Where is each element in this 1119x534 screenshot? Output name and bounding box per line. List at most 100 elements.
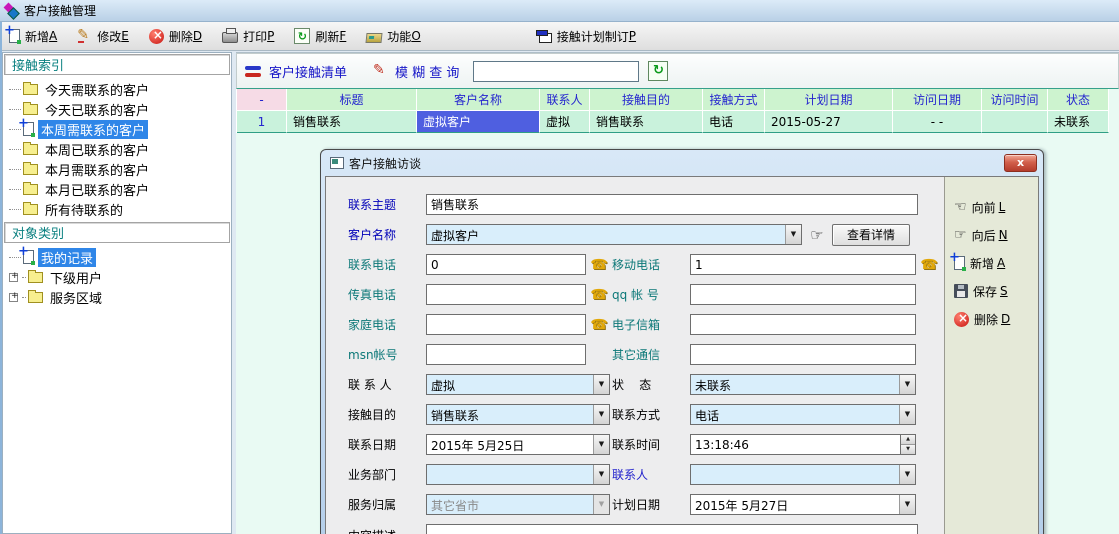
refresh-button[interactable]: 刷新F — [291, 25, 349, 47]
next-button[interactable]: 向后 N — [954, 225, 1038, 245]
view-detail-button[interactable]: 查看详情 — [832, 224, 910, 246]
tree-line — [9, 89, 21, 90]
expand-plus-icon[interactable] — [9, 273, 18, 282]
cell-customer-selected[interactable]: 虚拟客户 — [417, 111, 540, 133]
plan-date-picker[interactable]: 2015年 5月27日 — [690, 494, 916, 515]
spin-down-icon[interactable]: ▼ — [901, 444, 915, 454]
sidebar-item-today-done[interactable]: 今天已联系的客户 — [3, 99, 231, 119]
other-im-input[interactable] — [690, 344, 916, 365]
chevron-down-icon[interactable] — [785, 225, 801, 244]
spin-up-icon[interactable]: ▲ — [901, 435, 915, 444]
phone-icon[interactable] — [916, 257, 942, 273]
contact-plan-button[interactable]: 接触计划制订P — [533, 25, 639, 47]
contact-date-picker[interactable]: 2015年 5月25日 — [426, 434, 610, 455]
chevron-down-icon[interactable] — [593, 465, 609, 484]
sidebar-item-sub-users[interactable]: 下级用户 — [3, 267, 231, 287]
chevron-down-icon[interactable] — [899, 375, 915, 394]
table-row[interactable]: 1 销售联系 虚拟客户 虚拟 销售联系 电话 2015-05-27 - - 未联… — [237, 111, 1119, 133]
sidebar-item-service-area[interactable]: 服务区域 — [3, 287, 231, 307]
close-icon[interactable]: x — [1004, 154, 1037, 172]
sidebar-item-today-need[interactable]: 今天需联系的客户 — [3, 79, 231, 99]
folder-icon — [23, 104, 38, 115]
contact-person-combo[interactable]: 虚拟 — [426, 374, 610, 395]
phone-icon[interactable] — [586, 317, 612, 333]
mobile-label: 移动电话 — [612, 256, 690, 273]
status-combo[interactable]: 未联系 — [690, 374, 916, 395]
column-header-purpose[interactable]: 接触目的 — [590, 89, 703, 111]
column-header-visit-time[interactable]: 访问时间 — [982, 89, 1048, 111]
sidebar-item-week-done[interactable]: 本周已联系的客户 — [3, 139, 231, 159]
cell-purpose[interactable]: 销售联系 — [590, 111, 703, 133]
column-header-plan-date[interactable]: 计划日期 — [765, 89, 893, 111]
subject-input[interactable] — [426, 194, 918, 215]
sidebar-item-week-need[interactable]: 本周需联系的客户 — [3, 119, 231, 139]
chevron-down-icon[interactable] — [593, 375, 609, 394]
contact-interview-dialog: 客户接触访谈 x 联系主题 客户名称 虚拟客户 查看详情 联系电话 — [320, 149, 1044, 534]
column-header-index[interactable]: - — [237, 89, 287, 111]
function-button[interactable]: 功能O — [363, 25, 423, 47]
cell-visit-date[interactable]: - - — [893, 111, 982, 133]
sidebar-item-month-done[interactable]: 本月已联系的客户 — [3, 179, 231, 199]
print-button[interactable]: 打印P — [219, 25, 277, 47]
phone-icon[interactable] — [586, 287, 612, 303]
new-button[interactable]: 新增A — [6, 25, 60, 47]
linkman-label[interactable]: 联系人 — [612, 466, 690, 483]
column-header-contact[interactable]: 联系人 — [540, 89, 590, 111]
email-input[interactable] — [690, 314, 916, 335]
app-title: 客户接触管理 — [24, 2, 96, 19]
dialog-titlebar[interactable]: 客户接触访谈 x — [325, 150, 1039, 176]
other-im-label: 其它通信 — [612, 346, 690, 363]
sidebar-item-my-records[interactable]: 我的记录 — [3, 247, 231, 267]
phone-input[interactable] — [426, 254, 586, 275]
chevron-down-icon[interactable] — [899, 405, 915, 424]
plan-window-icon — [539, 33, 552, 43]
prev-button[interactable]: 向前 L — [954, 197, 1038, 217]
qq-input[interactable] — [690, 284, 916, 305]
save-icon — [954, 284, 968, 298]
cell-index[interactable]: 1 — [237, 111, 287, 133]
contact-table: - 标题 客户名称 联系人 接触目的 接触方式 计划日期 访问日期 访问时间 状… — [236, 89, 1119, 133]
customer-combo[interactable]: 虚拟客户 — [426, 224, 802, 245]
purpose-combo[interactable]: 销售联系 — [426, 404, 610, 425]
sidebar-item-all-pending[interactable]: 所有待联系的 — [3, 199, 231, 219]
fuzzy-search-input[interactable] — [473, 61, 639, 82]
sidebar-item-month-need[interactable]: 本月需联系的客户 — [3, 159, 231, 179]
cell-status[interactable]: 未联系 — [1048, 111, 1109, 133]
home-phone-input[interactable] — [426, 314, 586, 335]
department-combo[interactable] — [426, 464, 610, 485]
delete-button[interactable]: 删除D — [146, 25, 205, 47]
mobile-input[interactable] — [690, 254, 916, 275]
description-textarea[interactable] — [426, 524, 918, 534]
search-refresh-icon[interactable] — [648, 61, 668, 81]
phone-icon[interactable] — [586, 257, 612, 273]
chevron-down-icon[interactable] — [593, 405, 609, 424]
expand-plus-icon[interactable] — [9, 293, 18, 302]
save-button[interactable]: 保存 S — [954, 281, 1038, 301]
column-header-method[interactable]: 接触方式 — [703, 89, 765, 111]
chevron-down-icon[interactable] — [899, 465, 915, 484]
chevron-down-icon[interactable] — [593, 435, 609, 454]
department-linkman-row: 业务部门 联系人 — [338, 464, 944, 485]
method-combo[interactable]: 电话 — [690, 404, 916, 425]
edit-button[interactable]: 修改E — [74, 25, 132, 47]
column-header-visit-date[interactable]: 访问日期 — [893, 89, 982, 111]
refresh-icon — [294, 28, 310, 44]
contact-time-input[interactable] — [690, 434, 900, 455]
chevron-down-icon[interactable] — [899, 495, 915, 514]
column-header-status[interactable]: 状态 — [1048, 89, 1109, 111]
phone-label: 联系电话 — [338, 256, 426, 273]
fax-input[interactable] — [426, 284, 586, 305]
dialog-delete-button[interactable]: 删除 D — [954, 309, 1038, 329]
object-category-tree: 我的记录 下级用户 服务区域 — [3, 244, 231, 309]
linkman-combo[interactable] — [690, 464, 916, 485]
cell-plan-date[interactable]: 2015-05-27 — [765, 111, 893, 133]
cell-method[interactable]: 电话 — [703, 111, 765, 133]
msn-input[interactable] — [426, 344, 586, 365]
cell-contact[interactable]: 虚拟 — [540, 111, 590, 133]
dialog-new-button[interactable]: 新增 A — [954, 253, 1038, 273]
cell-title[interactable]: 销售联系 — [287, 111, 417, 133]
column-header-title[interactable]: 标题 — [287, 89, 417, 111]
cell-visit-time[interactable] — [982, 111, 1048, 133]
column-header-customer[interactable]: 客户名称 — [417, 89, 540, 111]
time-spinner[interactable]: ▲▼ — [900, 434, 916, 455]
